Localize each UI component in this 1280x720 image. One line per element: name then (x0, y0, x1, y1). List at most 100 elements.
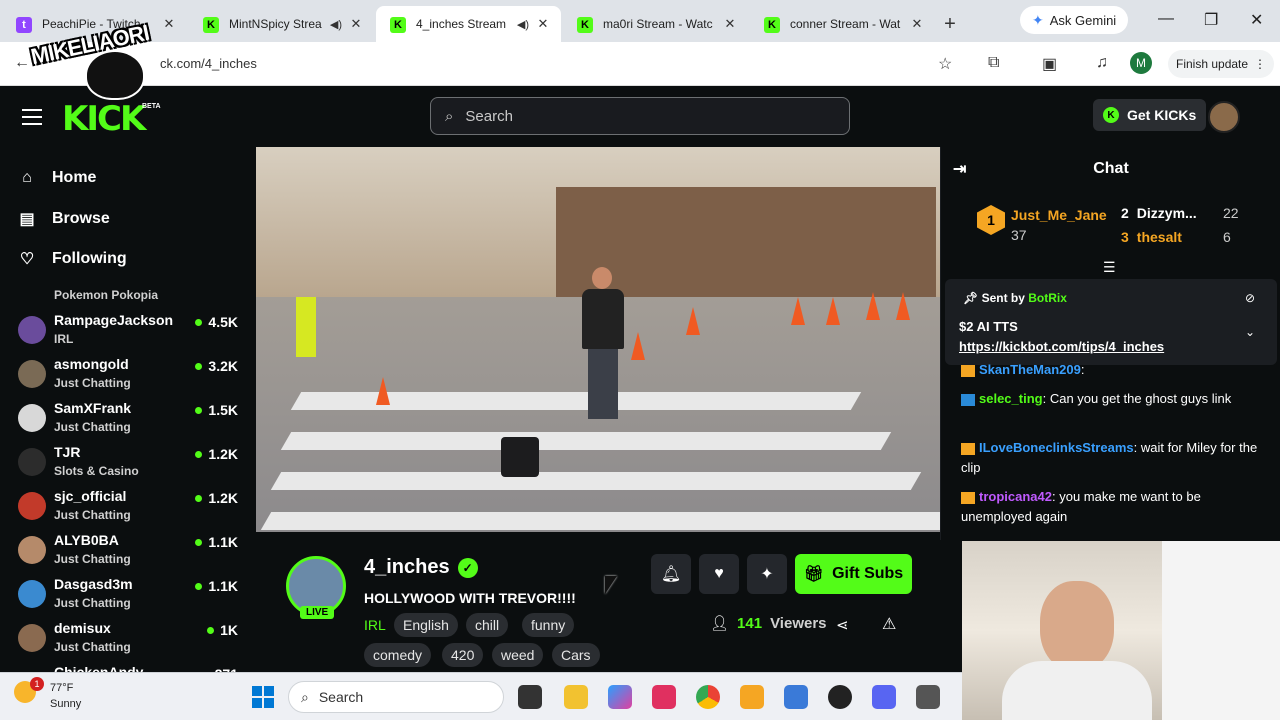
sender-name[interactable]: BotRix (1028, 291, 1067, 305)
app-icon[interactable] (916, 685, 940, 709)
live-dot-icon (195, 406, 203, 414)
heart-icon: ♡ (19, 251, 35, 268)
task-view-icon[interactable] (518, 685, 542, 709)
live-dot-icon (195, 450, 203, 458)
heart-icon: ♥ (714, 565, 724, 582)
new-tab-button[interactable]: + (935, 6, 965, 42)
windows-start-icon[interactable] (252, 686, 274, 708)
crosswalk-stripe (280, 432, 892, 450)
video-player[interactable] (256, 147, 940, 532)
close-tab-icon[interactable]: ✕ (722, 16, 738, 32)
close-tab-icon[interactable]: ✕ (909, 16, 925, 32)
chat-username[interactable]: selec_ting (979, 391, 1043, 406)
kick-favicon-icon: K (577, 17, 593, 33)
close-tab-icon[interactable]: ✕ (535, 16, 551, 32)
live-dot-icon (195, 318, 203, 326)
chevron-down-icon[interactable]: ⌄ (1245, 325, 1255, 339)
discord-icon[interactable] (872, 685, 896, 709)
chat-panel: ⇥ Chat 1 Just_Me_Jane 37 2 Dizzym... 22 3… (940, 147, 1280, 540)
followed-channel[interactable]: Dasgasd3m Just Chatting 1.1K (18, 576, 240, 620)
finish-update-button[interactable]: Finish update ⋮ (1168, 50, 1275, 78)
browser-tab[interactable]: K ma0ri Stream - Watc ✕ (563, 6, 748, 42)
tag-chip[interactable]: funny (522, 613, 575, 637)
sidebar-item-home[interactable]: ⌂ Home (18, 169, 96, 187)
copilot-icon[interactable] (608, 685, 632, 709)
url-field[interactable]: ck.com/4_inches (160, 56, 257, 71)
live-dot-icon (195, 362, 203, 370)
tag-chip[interactable]: Cars (552, 643, 600, 667)
tag-chip[interactable]: weed (492, 643, 544, 667)
kick-logo[interactable]: KICK (62, 99, 146, 139)
maximize-icon[interactable]: ❐ (1204, 10, 1218, 30)
channel-category: Just Chatting (54, 508, 131, 522)
viewer-count: 1.1K (195, 578, 238, 594)
followed-channel[interactable]: ALYB0BA Just Chatting 1.1K (18, 532, 240, 576)
gift-subs-button[interactable]: 🎁︎ Gift Subs (795, 554, 912, 594)
chat-username[interactable]: tropicana42 (979, 489, 1052, 504)
ask-gemini-button[interactable]: ✦ Ask Gemini (1020, 6, 1129, 34)
followed-channel[interactable]: RampageJackson IRL 4.5K (18, 312, 240, 356)
chat-username[interactable]: SkanTheMan209 (979, 362, 1081, 377)
menu-hamburger-icon[interactable] (22, 109, 42, 125)
bookmark-star-icon[interactable]: ☆ (938, 54, 952, 74)
tips-link[interactable]: https://kickbot.com/tips/4_inches (959, 339, 1164, 354)
get-kicks-button[interactable]: K Get KICKs (1093, 99, 1207, 131)
follow-heart-button[interactable]: ♥ (699, 554, 739, 594)
screenshot-icon[interactable]: ▣ (1042, 54, 1057, 74)
tag-chip[interactable]: chill (466, 613, 509, 637)
gifter-name[interactable]: Just_Me_Jane (1011, 207, 1107, 223)
taskbar-search[interactable]: ⌕ Search (288, 681, 504, 713)
notification-bell-button[interactable]: 🔔︎ (651, 554, 691, 594)
followed-channel[interactable]: SamXFrank Just Chatting 1.5K (18, 400, 240, 444)
speaker-icon[interactable]: ◀) (330, 18, 342, 31)
sparkle-icon: ✦ (760, 566, 774, 583)
tag-chip[interactable]: comedy (364, 643, 432, 667)
user-avatar[interactable] (1208, 101, 1240, 133)
profile-avatar[interactable]: M (1130, 52, 1152, 74)
followed-channel[interactable]: sjc_official Just Chatting 1.2K (18, 488, 240, 532)
share-icon[interactable]: ⋖ (836, 616, 849, 634)
chat-username[interactable]: ILoveBoneclinksStreams (979, 440, 1134, 455)
chrome-icon[interactable] (696, 685, 720, 709)
followed-channel[interactable]: demisux Just Chatting 1K (18, 620, 240, 664)
sidebar-item-following[interactable]: ♡ Following (18, 249, 127, 269)
tts-amount: $2 AI TTS (959, 319, 1018, 334)
expand-gifters-icon[interactable]: ☰ (1103, 259, 1116, 276)
media-control-icon[interactable]: ♫ (1096, 54, 1108, 72)
stream-info-panel: LIVE 4_inches ✓ HOLLYWOOD WITH TREVOR!!!!… (256, 532, 940, 672)
gifter-rank-three[interactable]: 3 thesalt (1121, 229, 1182, 245)
gifter-rank-two[interactable]: 2 Dizzym... (1121, 205, 1197, 221)
rank-one-badge: 1 (977, 205, 1005, 235)
app-icon[interactable] (784, 685, 808, 709)
collapse-chat-icon[interactable]: ⇥ (953, 159, 966, 179)
sidebar-item-browse[interactable]: ▤ Browse (18, 209, 109, 229)
category-link[interactable]: IRL (364, 617, 386, 633)
browser-tab-active[interactable]: K 4_inches Stream ◀) ✕ (376, 6, 561, 42)
channel-category: Just Chatting (54, 420, 131, 434)
tag-chip[interactable]: English (394, 613, 458, 637)
extensions-icon[interactable]: ⧉ (988, 54, 999, 72)
gifter-count: 37 (1011, 227, 1027, 243)
tag-chip[interactable]: 420 (442, 643, 484, 667)
unpin-icon[interactable]: ⊘ (1245, 291, 1255, 305)
streamer-name[interactable]: 4_inches ✓ (364, 556, 478, 579)
browser-tab[interactable]: K conner Stream - Wat ✕ (750, 6, 935, 42)
followed-channel-partial[interactable]: ChickenAndy871 (18, 664, 240, 672)
followed-channel[interactable]: TJR Slots & Casino 1.2K (18, 444, 240, 488)
minimize-icon[interactable]: — (1158, 10, 1174, 28)
app-icon[interactable] (740, 685, 764, 709)
obs-icon[interactable] (828, 685, 852, 709)
file-explorer-icon[interactable] (564, 685, 588, 709)
sparkle-button[interactable]: ✦ (747, 554, 787, 594)
close-window-icon[interactable]: ✕ (1250, 10, 1263, 30)
followed-channel[interactable]: asmongold Just Chatting 3.2K (18, 356, 240, 400)
badge-icon (961, 393, 975, 406)
chat-title: Chat (1093, 160, 1129, 177)
app-icon[interactable] (652, 685, 676, 709)
report-warning-icon[interactable]: ⚠ (882, 614, 896, 634)
browser-tab[interactable]: K MintNSpicy Strea ◀) ✕ (189, 6, 374, 42)
back-arrow-icon[interactable]: ← (14, 54, 30, 72)
close-tab-icon[interactable]: ✕ (348, 16, 364, 32)
search-input[interactable]: ⌕ Search (430, 97, 850, 135)
speaker-icon[interactable]: ◀) (517, 18, 529, 31)
